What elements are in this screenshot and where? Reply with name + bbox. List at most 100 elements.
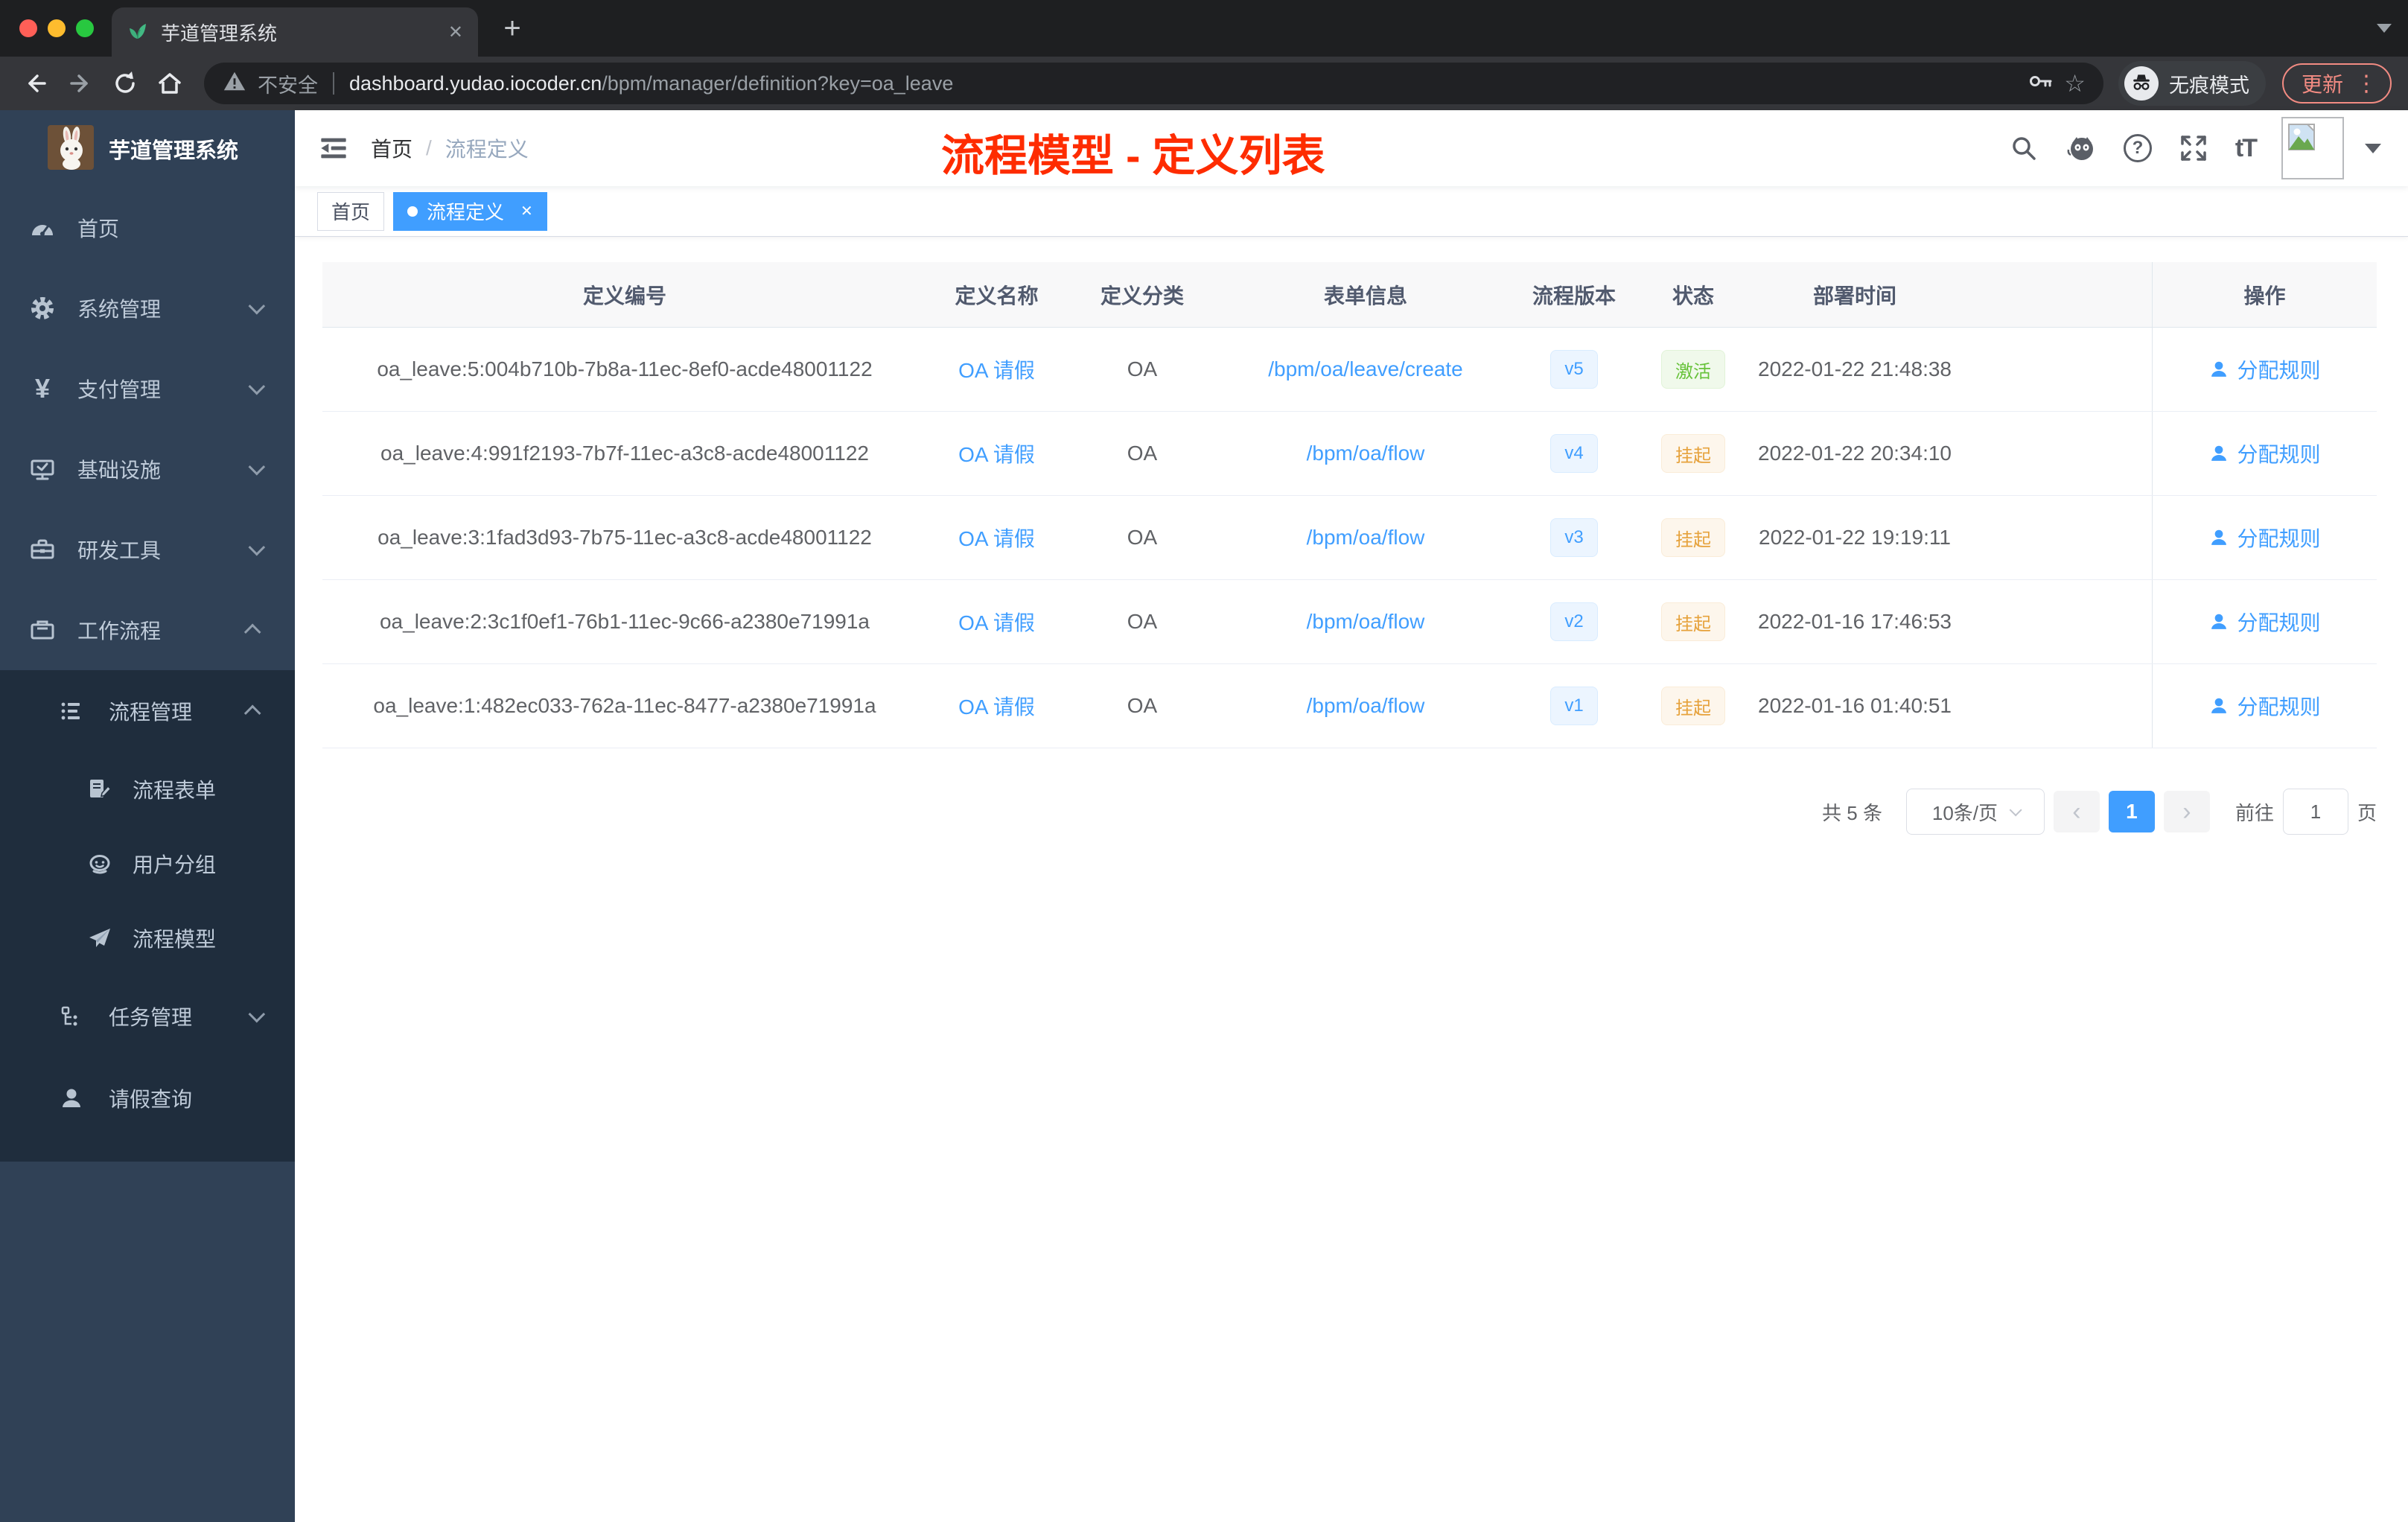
assign-rule-link[interactable]: 分配规则: [2237, 354, 2320, 384]
page-size-value: 10条/页: [1931, 801, 1998, 824]
definition-id: oa_leave:5:004b710b-7b8a-11ec-8ef0-acde4…: [377, 357, 873, 380]
github-icon[interactable]: [2065, 132, 2098, 165]
sidebar-item-task-management[interactable]: 任务管理: [0, 975, 295, 1057]
close-window-button[interactable]: [19, 19, 37, 37]
table-row: oa_leave:4:991f2193-7b7f-11ec-a3c8-acde4…: [322, 412, 2377, 496]
assign-user-icon: [2211, 445, 2227, 461]
assign-rule-link[interactable]: 分配规则: [2237, 607, 2320, 637]
url-bar[interactable]: 不安全 dashboard.yudao.iocoder.cn/bpm/manag…: [204, 63, 2103, 104]
pagination: 共 5 条 10条/页 ‹ 1 › 前往 页: [322, 789, 2377, 835]
sidebar-item-infrastructure[interactable]: 基础设施: [0, 429, 295, 509]
sidebar-item-payment[interactable]: ¥ 支付管理: [0, 348, 295, 429]
form-info-link[interactable]: /bpm/oa/flow: [1307, 442, 1425, 465]
definition-name-link[interactable]: OA 请假: [958, 691, 1035, 721]
tab-close-icon[interactable]: ✕: [448, 22, 463, 43]
version-tag: v1: [1550, 687, 1598, 725]
sidebar-item-process-form[interactable]: 流程表单: [0, 752, 295, 827]
font-size-icon[interactable]: tT: [2235, 134, 2258, 163]
action-cell: 分配规则: [2152, 412, 2377, 495]
definition-name-cell: OA 请假: [927, 412, 1066, 495]
browser-tab[interactable]: 芋道管理系统 ✕: [112, 7, 478, 57]
reload-button[interactable]: [106, 64, 144, 103]
assign-rule-link[interactable]: 分配规则: [2237, 439, 2320, 468]
definition-name-cell: OA 请假: [927, 328, 1066, 411]
sidebar-item-process-management[interactable]: 流程管理: [0, 670, 295, 752]
status-badge: 挂起: [1661, 518, 1725, 557]
tags-view-bar: 首页 流程定义 ✕: [295, 186, 2408, 237]
form-info-link[interactable]: /bpm/oa/flow: [1307, 610, 1425, 634]
tab-search-caret-icon[interactable]: [2377, 24, 2392, 33]
definition-name-link[interactable]: OA 请假: [958, 354, 1035, 384]
app-logo-rabbit-image: [48, 124, 94, 173]
sidebar-item-label: 请假查询: [109, 1088, 193, 1111]
url-text: dashboard.yudao.iocoder.cn/bpm/manager/d…: [349, 72, 953, 95]
list-icon: [58, 698, 85, 725]
form-info-link[interactable]: /bpm/oa/flow: [1307, 526, 1425, 550]
avatar[interactable]: [2281, 117, 2344, 179]
definition-name-link[interactable]: OA 请假: [958, 523, 1035, 553]
column-header: 定义名称: [955, 284, 1039, 308]
table-row: oa_leave:1:482ec033-762a-11ec-8477-a2380…: [322, 664, 2377, 748]
prev-page-button[interactable]: ‹: [2053, 791, 2100, 832]
sidebar-item-workflow[interactable]: 工作流程: [0, 590, 295, 670]
sidebar-item-system[interactable]: 系统管理: [0, 268, 295, 348]
browser-menu-icon[interactable]: ⋮: [2355, 71, 2378, 97]
definition-name-link[interactable]: OA 请假: [958, 607, 1035, 637]
sidebar-item-leave-query[interactable]: 请假查询: [0, 1057, 295, 1139]
assign-rule-link[interactable]: 分配规则: [2237, 691, 2320, 721]
goto-page-input[interactable]: [2282, 789, 2348, 835]
forward-button[interactable]: [61, 64, 100, 103]
current-page-button[interactable]: 1: [2108, 791, 2155, 832]
definition-id: oa_leave:4:991f2193-7b7f-11ec-a3c8-acde4…: [380, 442, 869, 465]
tag-label: 流程定义: [427, 201, 505, 223]
form-info-link[interactable]: /bpm/oa/flow: [1307, 694, 1425, 718]
sidebar-item-devtools[interactable]: 研发工具: [0, 509, 295, 590]
zoom-window-button[interactable]: [76, 19, 94, 37]
assign-user-icon: [2211, 614, 2227, 629]
user-icon: [58, 1085, 85, 1112]
definition-name-cell: OA 请假: [927, 580, 1066, 663]
assign-rule-link[interactable]: 分配规则: [2237, 523, 2320, 553]
column-header: 表单信息: [1323, 284, 1407, 308]
definition-category: OA: [1127, 357, 1158, 380]
column-header: 流程版本: [1532, 284, 1616, 308]
app-logo-row[interactable]: 芋道管理系统: [0, 110, 295, 188]
search-icon[interactable]: [2007, 132, 2040, 165]
minimize-window-button[interactable]: [48, 19, 66, 37]
form-info-link[interactable]: /bpm/oa/leave/create: [1268, 357, 1463, 381]
key-icon[interactable]: [2027, 68, 2054, 100]
incognito-icon: [2124, 66, 2159, 101]
chevron-down-icon: [248, 378, 266, 395]
definition-category: OA: [1127, 694, 1158, 717]
definition-name-link[interactable]: OA 请假: [958, 439, 1035, 468]
incognito-badge: 无痕模式: [2118, 61, 2266, 106]
tag-close-icon[interactable]: ✕: [520, 202, 533, 220]
sidebar-item-label: 基础设施: [77, 459, 162, 482]
sidebar-collapse-icon[interactable]: [317, 132, 350, 165]
window-controls: [19, 19, 94, 37]
status-cell: 激活: [1635, 328, 1751, 411]
avatar-dropdown-caret[interactable]: [2365, 143, 2381, 153]
version-cell: v2: [1513, 580, 1635, 663]
filler-cell: [1958, 496, 2152, 579]
new-tab-button[interactable]: +: [494, 10, 530, 46]
sidebar-item-label: 流程管理: [109, 701, 193, 724]
tab-title: 芋道管理系统: [161, 22, 278, 45]
definition-name-cell: OA 请假: [927, 664, 1066, 748]
sidebar-item-user-group[interactable]: 用户分组: [0, 827, 295, 901]
back-button[interactable]: [16, 64, 55, 103]
page-size-select[interactable]: 10条/页: [1905, 789, 2045, 835]
sidebar-item-process-model[interactable]: 流程模型: [0, 901, 295, 975]
home-button[interactable]: [150, 64, 189, 103]
action-cell: 分配规则: [2152, 496, 2377, 579]
sidebar-item-home[interactable]: 首页: [0, 188, 295, 268]
tag-home[interactable]: 首页: [317, 191, 385, 231]
bookmark-star-icon[interactable]: ☆: [2064, 69, 2086, 98]
breadcrumb-home-link[interactable]: 首页: [371, 133, 413, 163]
breadcrumb: 首页 / 流程定义: [371, 133, 529, 163]
next-page-button[interactable]: ›: [2163, 791, 2210, 832]
browser-update-button[interactable]: 更新 ⋮: [2281, 63, 2392, 104]
fullscreen-icon[interactable]: [2177, 132, 2210, 165]
tag-process-definition[interactable]: 流程定义 ✕: [393, 191, 547, 231]
help-icon[interactable]: ?: [2123, 134, 2152, 162]
